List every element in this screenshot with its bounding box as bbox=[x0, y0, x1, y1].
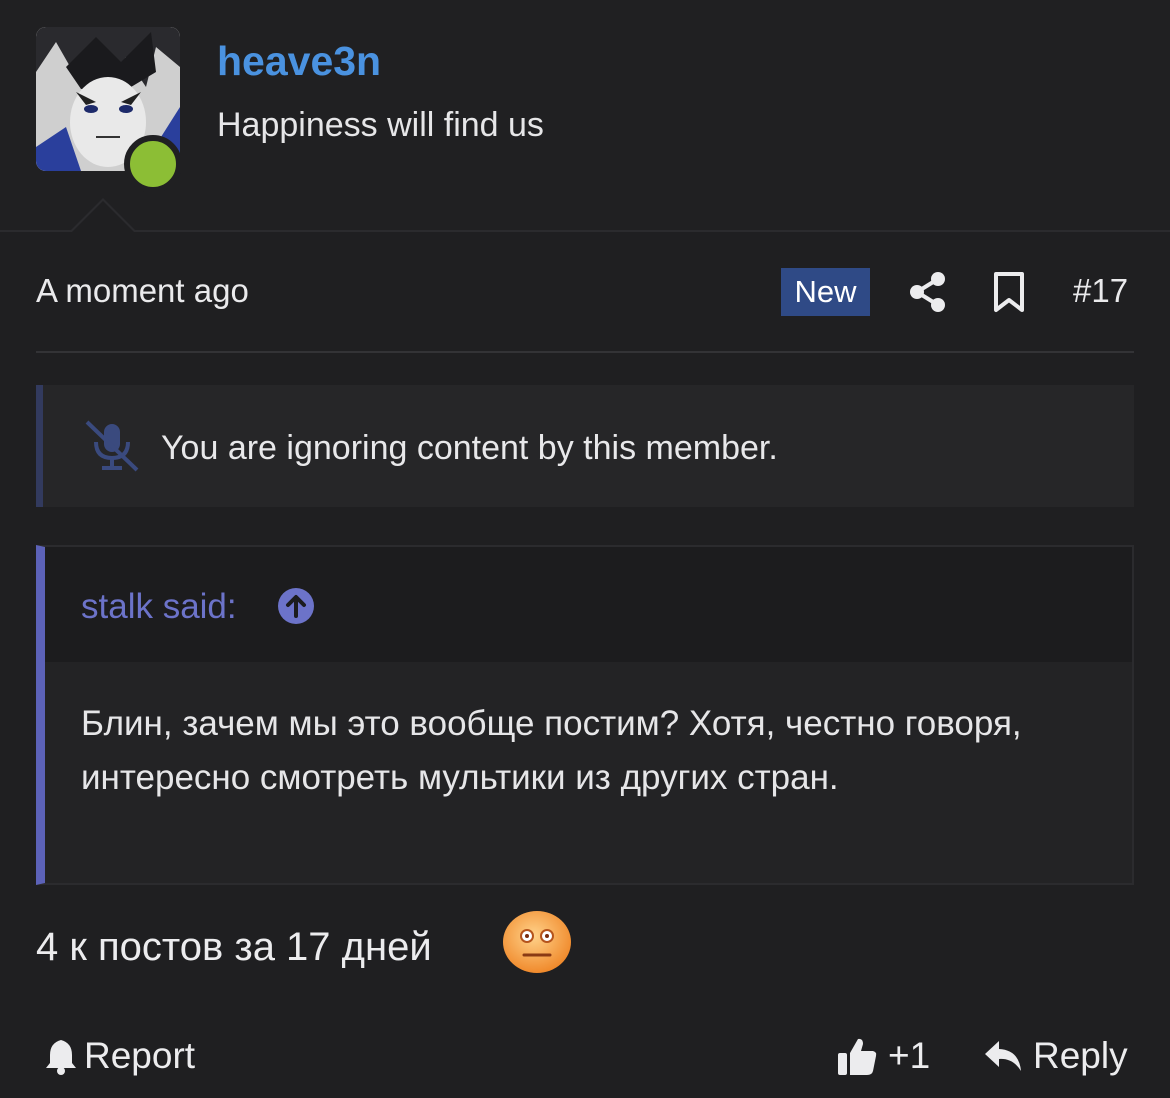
flat-face-emoji bbox=[503, 911, 571, 973]
quote-header: stalk said: bbox=[45, 547, 1132, 662]
reply-label: Reply bbox=[1033, 1035, 1128, 1076]
user-header: heave3n Happiness will find us bbox=[0, 0, 1170, 232]
like-button[interactable]: +1 bbox=[836, 1032, 930, 1080]
post-page: heave3n Happiness will find us A moment … bbox=[0, 0, 1170, 1098]
new-badge: New bbox=[781, 268, 870, 316]
post-timestamp[interactable]: A moment ago bbox=[36, 272, 249, 310]
user-title: Happiness will find us bbox=[217, 106, 544, 144]
quote-block: stalk said: Блин, зачем мы это вообще по… bbox=[36, 545, 1134, 885]
bell-icon bbox=[46, 1040, 76, 1075]
post-number-link[interactable]: #17 bbox=[1073, 272, 1128, 310]
thumbs-up-icon bbox=[838, 1038, 877, 1075]
message-text: 4 к постов за 17 дней bbox=[36, 925, 432, 969]
quote-author-link[interactable]: stalk said: bbox=[81, 587, 237, 627]
report-button[interactable]: Report bbox=[44, 1032, 195, 1080]
reply-button[interactable]: Reply bbox=[983, 1032, 1128, 1080]
quote-body: Блин, зачем мы это вообще постим? Хотя, … bbox=[81, 704, 1022, 797]
header-pointer-fill bbox=[72, 201, 134, 232]
username-link[interactable]: heave3n bbox=[217, 38, 381, 85]
report-label: Report bbox=[84, 1035, 196, 1076]
like-count: +1 bbox=[888, 1035, 931, 1076]
meta-divider bbox=[36, 351, 1134, 353]
ignored-content-text: You are ignoring content by this member. bbox=[161, 429, 778, 467]
reply-arrow-icon bbox=[985, 1041, 1021, 1071]
share-icon[interactable] bbox=[908, 270, 948, 314]
ignored-content-notice: You are ignoring content by this member. bbox=[36, 385, 1134, 507]
microphone-slash-icon bbox=[85, 420, 139, 472]
arrow-up-circle-icon[interactable] bbox=[277, 587, 315, 625]
online-status-dot bbox=[124, 135, 182, 193]
bookmark-icon[interactable] bbox=[992, 271, 1026, 313]
